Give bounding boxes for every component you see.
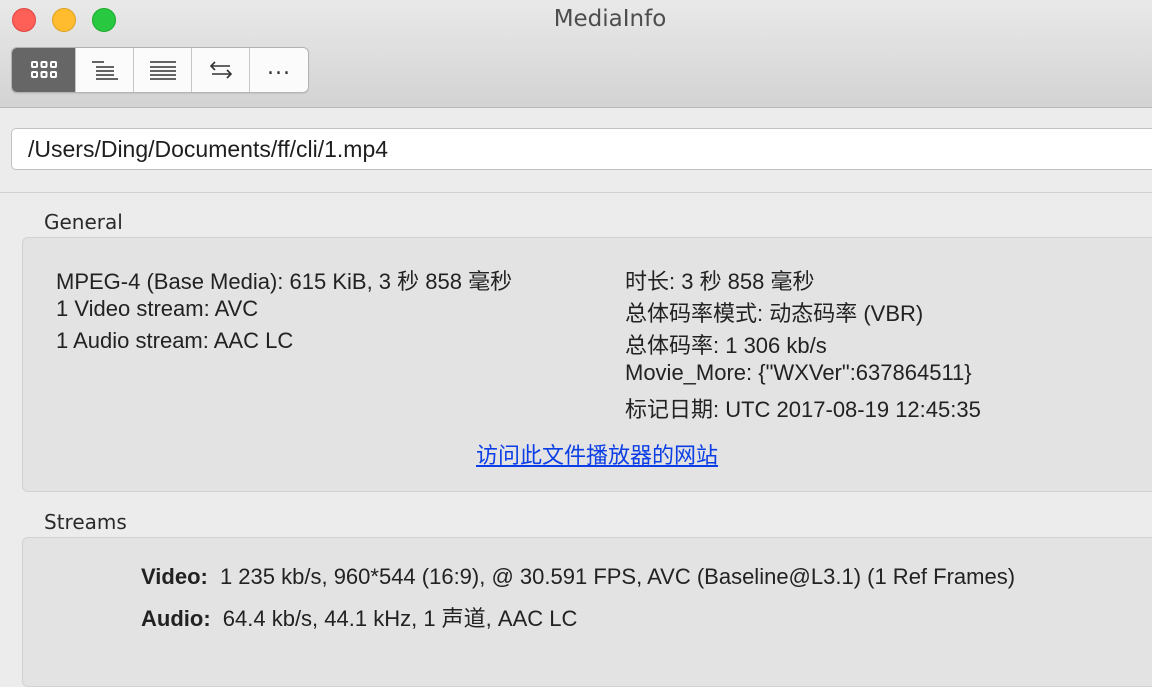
general-duration-line: 时长: 3 秒 858 毫秒 (625, 269, 815, 294)
text-list-icon (148, 59, 178, 81)
stream-value-video: 1 235 kb/s, 960*544 (16:9), @ 30.591 FPS… (219, 564, 1016, 589)
general-tagged-date-line: 标记日期: UTC 2017-08-19 12:45:35 (625, 397, 981, 422)
path-bar: /Users/Ding/Documents/ff/cli/1.mp4 (0, 108, 1152, 193)
general-audio-count-line: 1 Audio stream: AAC LC (56, 328, 294, 353)
general-video-count-line: 1 Video stream: AVC (56, 296, 259, 321)
streams-section-title: Streams (44, 510, 127, 534)
general-bitrate-line: 总体码率: 1 306 kb/s (625, 333, 827, 358)
general-section-title: General (44, 210, 123, 234)
general-format-line: MPEG-4 (Base Media): 615 KiB, 3 秒 858 毫秒 (56, 269, 513, 294)
swap-arrows-icon (208, 60, 234, 80)
stream-row-audio: Audio: 64.4 kb/s, 44.1 kHz, 1 声道, AAC LC (141, 601, 577, 633)
window-title: MediaInfo (553, 6, 667, 32)
title-bar: MediaInfo ... (0, 0, 1152, 108)
tree-list-icon (90, 59, 120, 81)
html-view-button[interactable] (192, 48, 250, 92)
text-view-button[interactable] (134, 48, 192, 92)
basic-view-button[interactable] (12, 48, 76, 92)
more-options-button[interactable]: ... (250, 48, 308, 92)
view-toolbar: ... (11, 47, 309, 93)
tree-view-button[interactable] (76, 48, 134, 92)
general-bitrate-mode-line: 总体码率模式: 动态码率 (VBR) (625, 301, 924, 326)
file-path-field[interactable]: /Users/Ding/Documents/ff/cli/1.mp4 (11, 128, 1152, 170)
stream-label-video: Video: (141, 564, 208, 589)
stream-label-audio: Audio: (141, 606, 211, 631)
grid-icon (30, 60, 58, 80)
more-icon: ... (267, 55, 291, 80)
stream-row-video: Video: 1 235 kb/s, 960*544 (16:9), @ 30.… (141, 564, 1015, 590)
general-movie-more-line: Movie_More: {"WXVer":637864511} (625, 360, 972, 385)
player-website-link[interactable]: 访问此文件播放器的网站 (476, 438, 718, 470)
stream-value-audio: 64.4 kb/s, 44.1 kHz, 1 声道, AAC LC (222, 606, 578, 631)
